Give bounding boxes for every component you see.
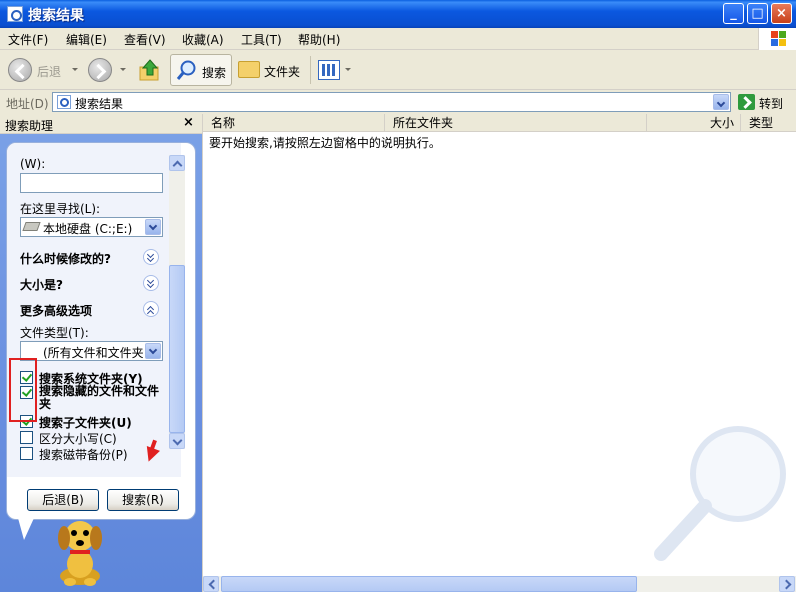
title-bar: 搜索结果 _ □ ×	[0, 0, 796, 28]
scroll-down-icon[interactable]	[169, 433, 185, 449]
views-icon[interactable]	[318, 60, 340, 80]
search-hint-text: 要开始搜索,请按照左边窗格中的说明执行。	[209, 136, 441, 150]
search-toolbar-button[interactable]: 搜索	[170, 54, 232, 86]
more-options-heading[interactable]: 更多高级选项	[20, 302, 92, 319]
search-subfolders-label: 搜索子文件夹(U)	[39, 416, 132, 430]
menu-edit[interactable]: 编辑(E)	[66, 31, 107, 48]
collapse-icon[interactable]	[143, 301, 159, 317]
address-bar: 地址(D) 搜索结果 转到	[0, 90, 796, 114]
minimize-button[interactable]: _	[723, 3, 744, 24]
word-input[interactable]	[20, 173, 163, 193]
assistant-header: 搜索助理 ×	[0, 114, 202, 134]
views-dropdown-icon[interactable]	[345, 68, 351, 71]
address-dropdown-icon[interactable]	[713, 94, 729, 110]
case-sensitive-label: 区分大小写(C)	[39, 432, 117, 446]
size-heading[interactable]: 大小是?	[20, 276, 63, 293]
back-button[interactable]: 后退(B)	[27, 489, 99, 511]
scroll-left-icon[interactable]	[203, 576, 219, 592]
scroll-up-icon[interactable]	[169, 155, 185, 171]
chevron-down-icon[interactable]	[145, 343, 161, 359]
look-in-value: 本地硬盘 (C:;E:)	[43, 222, 133, 236]
forward-dropdown-icon[interactable]	[120, 68, 126, 71]
search-tape-backup-checkbox[interactable]	[20, 447, 33, 460]
toolbar-separator	[310, 56, 311, 84]
horizontal-scroll-thumb[interactable]	[221, 576, 637, 592]
back-dropdown-icon[interactable]	[72, 68, 78, 71]
windows-logo-icon	[758, 28, 796, 50]
close-button[interactable]: ×	[771, 3, 792, 24]
window-title: 搜索结果	[28, 8, 84, 24]
word-label: (W):	[20, 157, 46, 171]
address-value: 搜索结果	[75, 97, 124, 111]
assistant-scrollbar[interactable]	[169, 155, 185, 449]
column-name[interactable]: 名称	[203, 114, 385, 132]
menu-favorites[interactable]: 收藏(A)	[182, 31, 224, 48]
look-in-select[interactable]: 本地硬盘 (C:;E:)	[20, 217, 163, 237]
maximize-button[interactable]: □	[747, 3, 768, 24]
search-dog-icon	[58, 521, 102, 586]
toolbar: 后退 搜索 文件夹	[0, 50, 796, 90]
go-button[interactable]: 转到	[759, 95, 783, 112]
expand-icon[interactable]	[143, 249, 159, 265]
results-pane: 名称 所在文件夹 大小 类型 要开始搜索,请按照左边窗格中的说明执行。	[202, 114, 796, 592]
menu-help[interactable]: 帮助(H)	[298, 31, 340, 48]
file-type-value: (所有文件和文件夹)	[43, 346, 143, 360]
magnifier-watermark-icon	[654, 426, 786, 561]
go-arrow-icon[interactable]	[738, 94, 755, 110]
file-type-select[interactable]: (所有文件和文件夹)	[20, 341, 163, 361]
menu-bar: 文件(F) 编辑(E) 查看(V) 收藏(A) 工具(T) 帮助(H)	[0, 28, 796, 50]
assistant-scroll-area: (W): 在这里寻找(L): 本地硬盘 (C:;E:) 什么时候修改的? 大小是…	[7, 143, 181, 477]
folders-label[interactable]: 文件夹	[264, 63, 300, 80]
menu-view[interactable]: 查看(V)	[124, 31, 166, 48]
hard-drive-icon	[22, 222, 41, 231]
column-type[interactable]: 类型	[741, 114, 796, 132]
back-label[interactable]: 后退	[37, 63, 61, 80]
search-button[interactable]: 搜索(R)	[107, 489, 179, 511]
search-hidden-files-label: 搜索隐藏的文件和文件夹	[39, 384, 160, 411]
address-label: 地址(D)	[6, 97, 49, 111]
column-folder[interactable]: 所在文件夹	[385, 114, 647, 132]
menu-tools[interactable]: 工具(T)	[241, 31, 282, 48]
assistant-balloon: (W): 在这里寻找(L): 本地硬盘 (C:;E:) 什么时候修改的? 大小是…	[6, 142, 196, 520]
magnifier-icon	[176, 60, 196, 80]
horizontal-scrollbar[interactable]	[203, 576, 796, 592]
forward-arrow-icon[interactable]	[88, 58, 112, 82]
chevron-down-icon[interactable]	[145, 219, 161, 235]
search-label: 搜索	[202, 66, 227, 80]
folders-icon[interactable]	[238, 61, 260, 78]
close-pane-icon[interactable]: ×	[183, 115, 194, 130]
folder-up-icon[interactable]	[138, 58, 162, 82]
back-arrow-icon[interactable]	[8, 58, 32, 82]
scroll-thumb[interactable]	[169, 265, 185, 433]
file-type-label: 文件类型(T):	[20, 326, 89, 340]
when-modified-heading[interactable]: 什么时候修改的?	[20, 250, 111, 267]
assistant-title: 搜索助理	[5, 119, 54, 133]
balloon-tail	[18, 518, 34, 540]
column-size[interactable]: 大小	[647, 114, 741, 132]
look-in-label: 在这里寻找(L):	[20, 202, 101, 216]
expand-icon[interactable]	[143, 275, 159, 291]
search-tape-backup-label: 搜索磁带备份(P)	[39, 448, 128, 462]
search-results-icon	[57, 95, 71, 109]
checkbox-highlight-box	[9, 358, 37, 422]
scroll-right-icon[interactable]	[779, 576, 795, 592]
search-results-icon	[7, 6, 23, 22]
menu-file[interactable]: 文件(F)	[8, 31, 48, 48]
case-sensitive-checkbox[interactable]	[20, 431, 33, 444]
column-header: 名称 所在文件夹 大小 类型	[203, 114, 796, 132]
address-input[interactable]: 搜索结果	[52, 92, 731, 112]
